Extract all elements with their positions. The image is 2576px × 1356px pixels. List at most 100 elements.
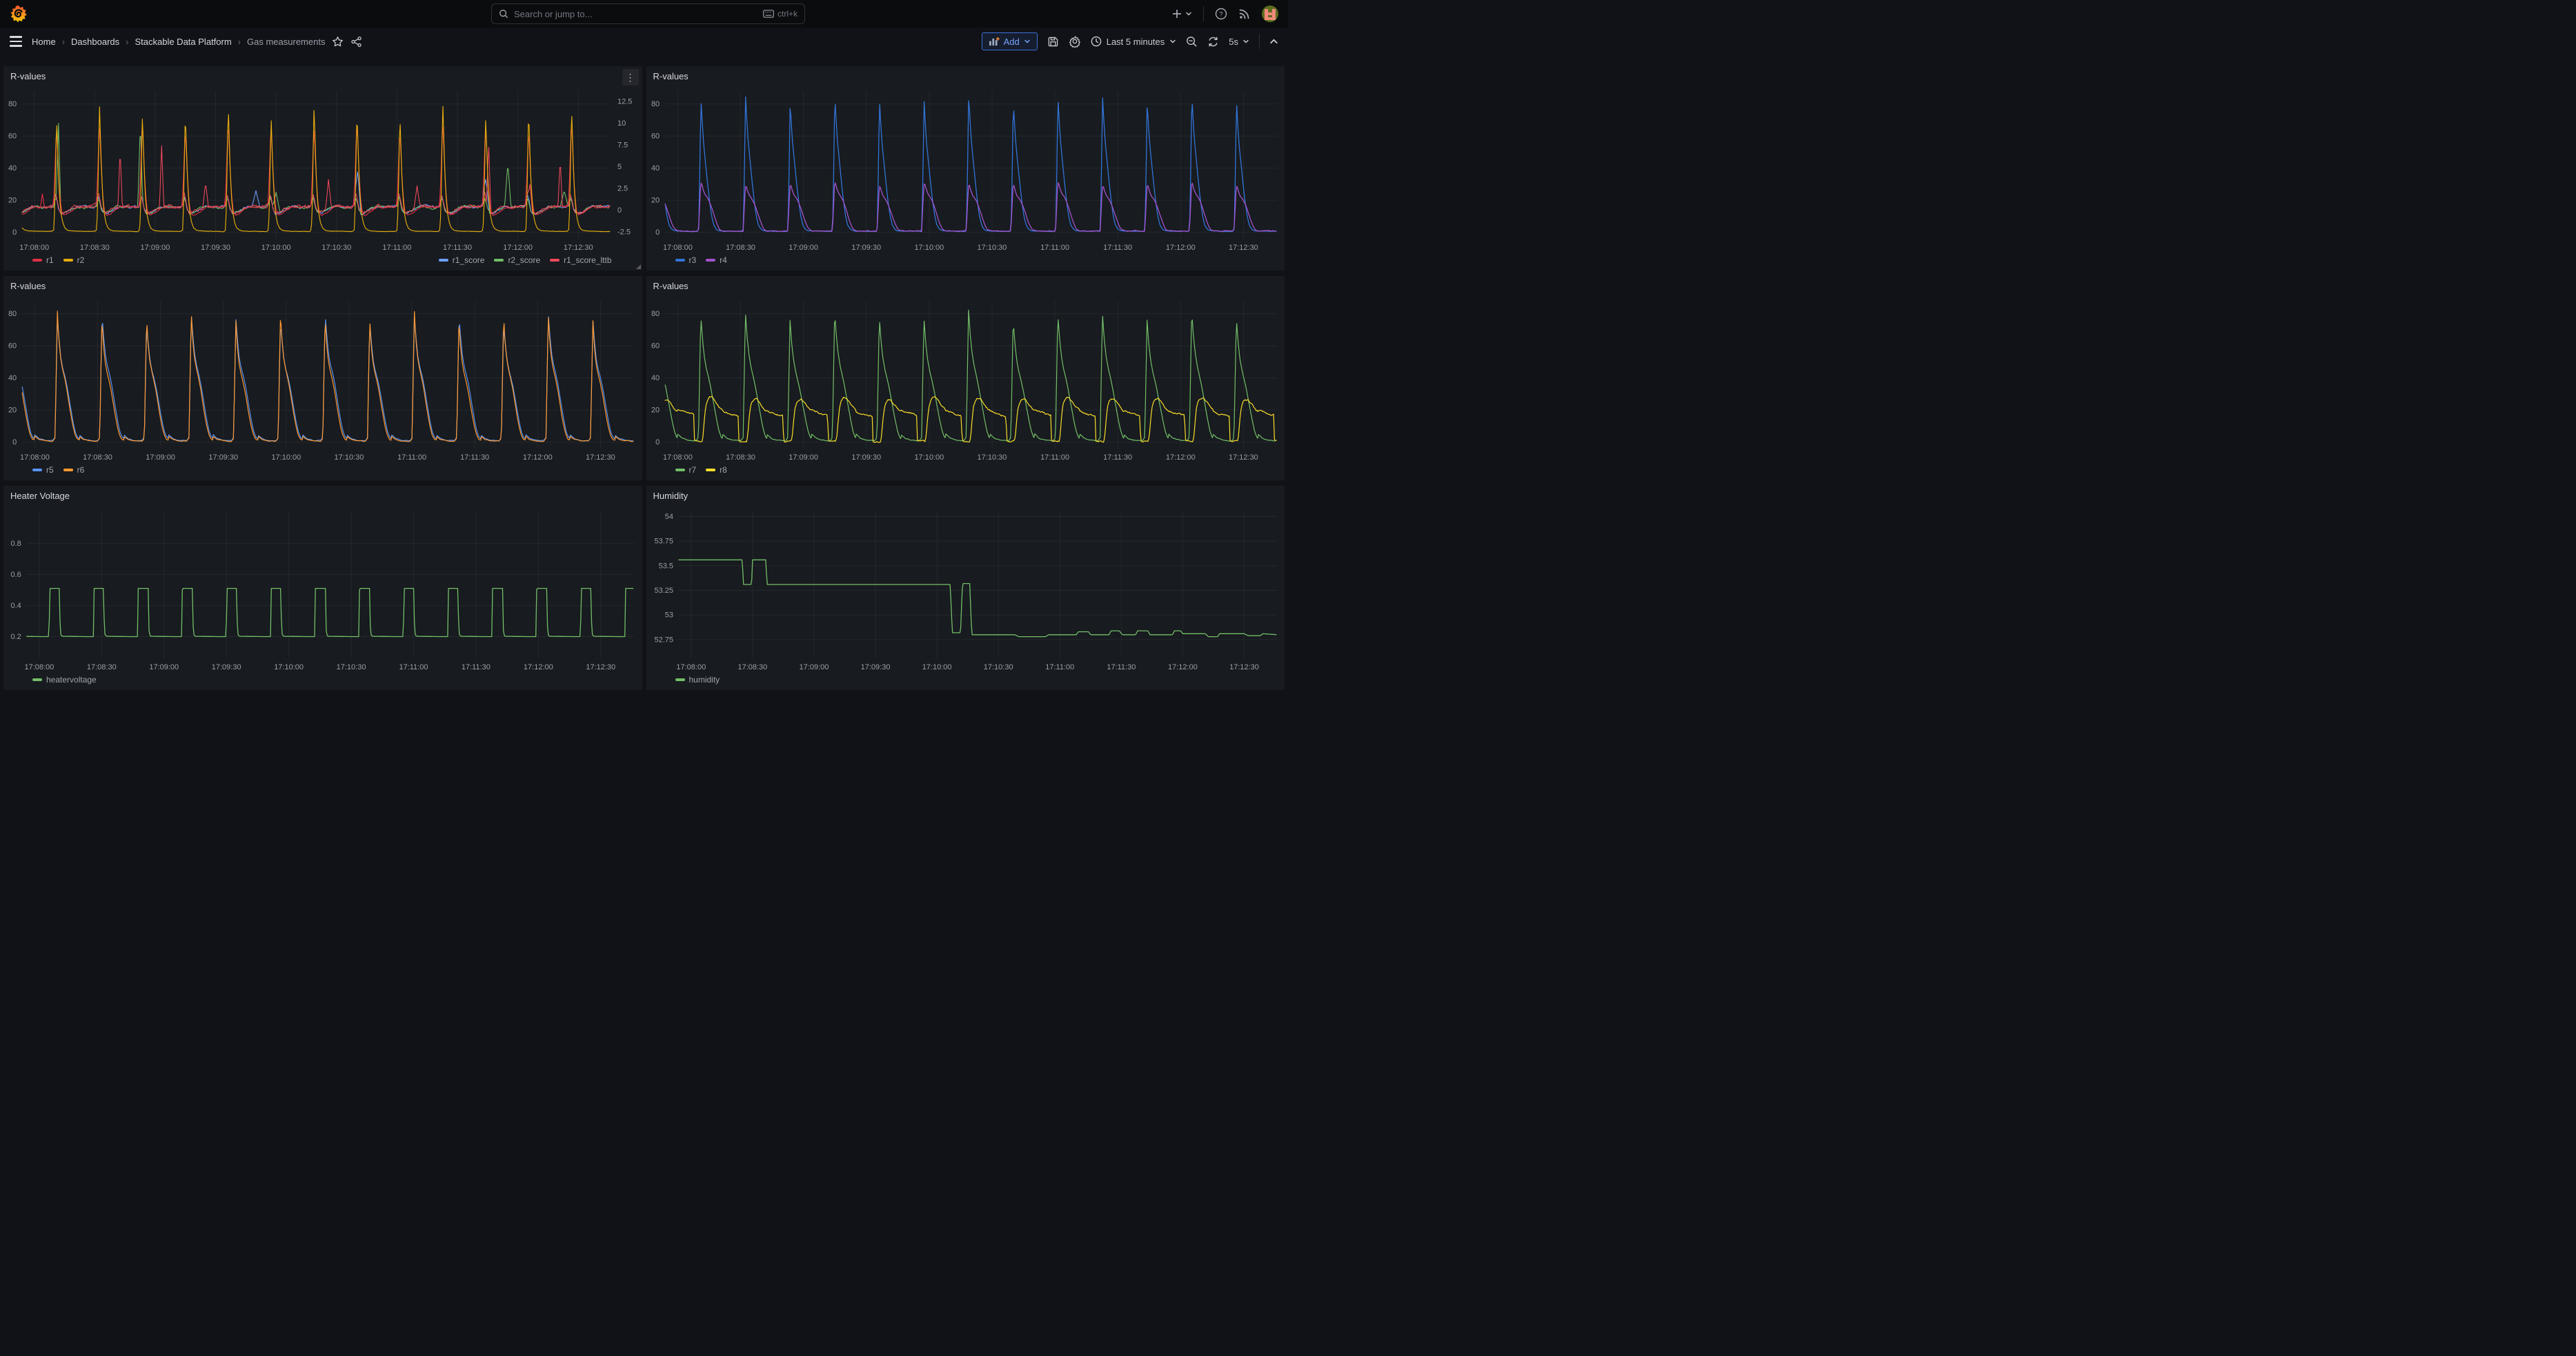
x-axis-tick-label: 17:09:30 [860,663,890,671]
legend-swatch-icon [32,469,42,471]
right-y-axis-tick-label: 7.5 [617,141,628,150]
x-axis-tick-label: 17:12:30 [564,244,593,252]
y-axis-tick-label: 80 [651,310,659,318]
legend-item[interactable]: r8 [706,465,727,475]
panel-legend: r1 r2 r1_score r2_score r1_score_lttb [3,254,642,271]
panel-r-values-2: R-values 17:08:0017:08:3017:09:0017:09:3… [646,66,1285,271]
x-axis-tick-label: 17:08:00 [20,453,50,462]
refresh-button[interactable] [1207,36,1219,48]
legend-swatch-icon [706,469,715,471]
breadcrumb-item[interactable]: Home [32,37,56,47]
legend-label: r6 [77,465,85,475]
legend-label: r4 [720,255,727,265]
panel-resize-handle[interactable] [636,264,641,269]
x-axis-tick-label: 17:12:00 [1168,663,1198,671]
toolbar-divider [1259,34,1260,49]
chevron-down-icon [1024,38,1031,45]
favorite-star-button[interactable] [332,36,344,48]
legend-group: r7 r8 [675,465,727,475]
legend-group: humidity [675,675,720,685]
breadcrumb-item[interactable]: Stackable Data Platform [135,37,231,47]
legend-item[interactable]: r5 [32,465,54,475]
panel-title[interactable]: R-values [653,281,688,291]
y-axis-tick-label: 53.75 [654,538,673,546]
time-series-plot[interactable]: 17:08:0017:08:3017:09:0017:09:3017:10:00… [646,86,1285,254]
news-button[interactable] [1238,8,1251,20]
legend-item[interactable]: r1_score [439,255,485,265]
collapse-toolbar-button[interactable] [1269,37,1278,46]
legend-item[interactable]: r1_score_lttb [550,255,611,265]
legend-item[interactable]: r6 [63,465,85,475]
legend-swatch-icon [494,259,504,262]
search-input[interactable]: Search or jump to... ctrl+k [491,3,805,24]
panel-title[interactable]: Heater Voltage [10,491,70,501]
save-dashboard-button[interactable] [1047,36,1059,48]
panel-r-values-4: R-values 17:08:0017:08:3017:09:0017:09:3… [646,276,1285,480]
y-axis-tick-label: 40 [651,164,659,173]
series-line-r6 [22,311,633,442]
panel-title[interactable]: R-values [10,281,46,291]
search-placeholder: Search or jump to... [514,9,757,19]
y-axis-tick-label: 0.8 [11,540,21,548]
refresh-interval-label: 5s [1229,37,1238,47]
y-axis-tick-label: 20 [8,197,17,205]
refresh-interval-picker[interactable]: 5s [1229,37,1249,47]
legend-item[interactable]: r3 [675,255,697,265]
time-series-plot[interactable]: 17:08:0017:08:3017:09:0017:09:3017:10:00… [646,505,1285,674]
panel-legend: humidity [646,674,1285,690]
panel-title[interactable]: Humidity [653,491,688,501]
x-axis-tick-label: 17:08:30 [87,663,117,671]
y-axis-tick-label: 52.75 [654,636,673,644]
legend-item[interactable]: r1 [32,255,54,265]
add-panel-button[interactable]: Add [982,32,1038,50]
legend-swatch-icon [63,469,73,471]
x-axis-tick-label: 17:08:00 [663,453,693,462]
panel-title[interactable]: R-values [653,71,688,81]
user-avatar[interactable] [1262,6,1278,22]
series-line-humidity [679,560,1276,636]
panel-legend: r3 r4 [646,254,1285,271]
legend-label: r5 [46,465,54,475]
x-axis-tick-label: 17:08:30 [80,244,110,252]
help-button[interactable]: ? [1215,8,1227,20]
time-series-plot[interactable]: 17:08:0017:08:3017:09:0017:09:3017:10:00… [3,505,642,674]
y-axis-tick-label: 0.2 [11,633,21,641]
x-axis-tick-label: 17:08:30 [737,663,767,671]
y-axis-tick-label: 20 [651,406,659,415]
time-series-plot[interactable]: 17:08:0017:08:3017:09:0017:09:3017:10:00… [3,86,642,254]
legend-item[interactable]: r2_score [494,255,540,265]
legend-item[interactable]: humidity [675,675,720,685]
legend-item[interactable]: r2 [63,255,85,265]
y-axis-tick-label: 53.25 [654,587,673,595]
zoom-out-time-button[interactable] [1186,36,1198,48]
x-axis-tick-label: 17:08:00 [676,663,706,671]
breadcrumb-item[interactable]: Dashboards [71,37,119,47]
grafana-logo-icon[interactable] [10,5,28,23]
x-axis-tick-label: 17:08:30 [726,453,755,462]
add-panel-icon [989,37,1000,46]
legend-item[interactable]: heatervoltage [32,675,97,685]
legend-label: r2 [77,255,85,265]
panel-menu-button[interactable]: ⋮ [622,69,639,86]
panel-title[interactable]: R-values [10,71,46,81]
breadcrumb-item[interactable]: Gas measurements [247,37,325,47]
share-icon [350,36,362,48]
panel-legend: r7 r8 [646,464,1285,480]
legend-swatch-icon [32,259,42,262]
mega-menu-toggle[interactable] [7,33,25,50]
x-axis-tick-label: 17:10:00 [922,663,951,671]
share-button[interactable] [350,36,362,48]
new-button[interactable] [1171,8,1192,19]
x-axis-tick-label: 17:11:00 [397,453,426,462]
legend-item[interactable]: r4 [706,255,727,265]
right-y-axis-tick-label: 10 [617,119,626,128]
dashboard-settings-button[interactable] [1069,35,1081,48]
time-series-plot[interactable]: 17:08:0017:08:3017:09:0017:09:3017:10:00… [646,295,1285,464]
time-range-picker[interactable]: Last 5 minutes [1091,36,1177,47]
y-axis-tick-label: 80 [8,310,17,318]
y-axis-tick-label: 60 [8,342,17,351]
x-axis-tick-label: 17:11:00 [1040,244,1069,252]
time-series-plot[interactable]: 17:08:0017:08:3017:09:0017:09:3017:10:00… [3,295,642,464]
legend-item[interactable]: r7 [675,465,697,475]
legend-label: r2_score [508,255,540,265]
